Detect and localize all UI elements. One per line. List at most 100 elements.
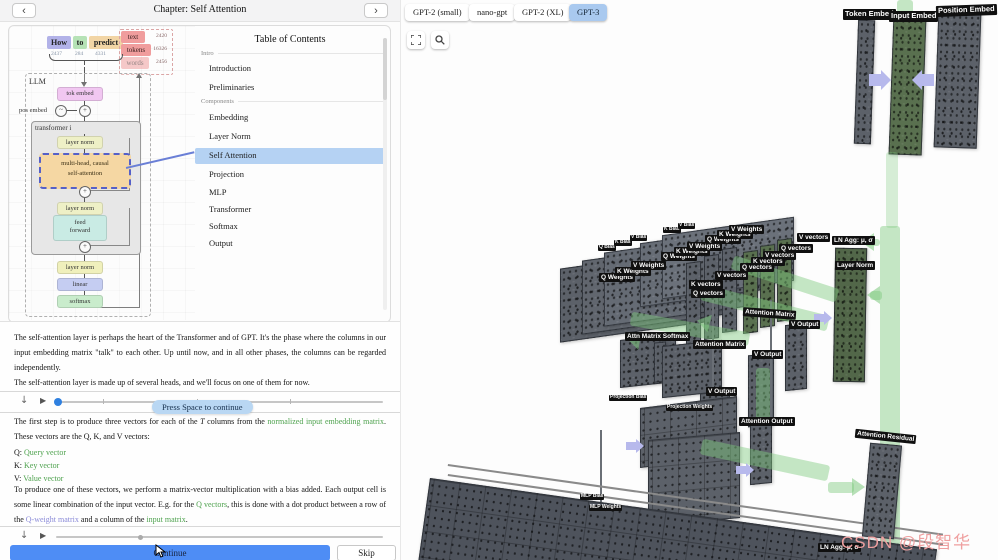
feed-line2: forward [69, 227, 91, 234]
data-flow-pipe [756, 368, 770, 424]
toc-item-output[interactable]: Output [209, 238, 385, 248]
layer-norm-box: layer norm [57, 261, 103, 274]
qkv-row: Q: Query vector [14, 448, 66, 457]
predicted-token-id: 16326 [153, 46, 167, 52]
chevron-right-icon: › [374, 5, 378, 17]
link-normalized-input-embedding-matrix[interactable]: normalized input embedding matrix [267, 417, 384, 426]
viz-label-token-embed: Token Embed [843, 9, 896, 20]
text-run: and a column of the [78, 515, 147, 524]
viz-label-v-output: V Output [752, 350, 784, 360]
skip-button[interactable]: Skip [337, 545, 396, 560]
qkv-row: K: Key vector [14, 461, 59, 470]
toc-item-layer-norm[interactable]: Layer Norm [209, 131, 385, 141]
viz-label-v-bias: V Bias [678, 222, 696, 229]
walkthrough-text: The self-attention layer is perhaps the … [0, 321, 400, 560]
viz-label-v-weights: V Weights [729, 225, 765, 235]
next-chapter-button[interactable]: › [364, 3, 388, 18]
position-embed-matrix[interactable] [933, 12, 982, 149]
text-run: The first step is to produce three vecto… [14, 417, 201, 426]
purple-arrow-icon [626, 439, 644, 453]
divider [237, 101, 383, 102]
link-key-vector[interactable]: Key vector [24, 461, 59, 470]
link-q-vectors[interactable]: Q vectors [196, 500, 227, 509]
press-space-button[interactable]: Press Space to continue [152, 400, 253, 414]
progress-track[interactable] [56, 536, 383, 538]
progress-tick [290, 399, 291, 404]
connector-line [67, 110, 77, 111]
residual-line [129, 208, 130, 246]
toc-title: Table of Contents [254, 34, 326, 45]
viz-label-k-bias: K Bias [614, 239, 632, 246]
toc-item-introduction[interactable]: Introduction [209, 63, 385, 73]
toc-item-transformer[interactable]: Transformer [209, 204, 385, 214]
token-chip: predict [89, 36, 123, 49]
toc-section-components: Components [201, 98, 383, 105]
softmax-box: softmax [57, 295, 103, 308]
fullscreen-button[interactable] [407, 31, 425, 49]
toc-section-label: Intro [201, 50, 214, 57]
predicted-token-id: 2420 [156, 33, 167, 39]
viz-label-attn-matrix-softmax: Attn Matrix Softmax [625, 332, 691, 342]
link-q-weight-matrix[interactable]: Q-weight matrix [26, 515, 79, 524]
search-button[interactable] [431, 31, 449, 49]
chapter-header: ‹ Chapter: Self Attention › [0, 0, 400, 22]
viz-label-v-output: V Output [789, 320, 821, 330]
overview-panel: How to predict 2437 284 4331 text tokens… [8, 25, 391, 323]
attention-line2: self-attention [67, 170, 103, 177]
pos-embed-label: pos embed [19, 107, 47, 114]
brace [49, 54, 123, 61]
play-icon[interactable]: ▶ [40, 531, 46, 540]
toc-scrollbar-thumb[interactable] [383, 38, 387, 100]
scroll-down-icon[interactable]: ↓ [20, 395, 28, 406]
mouse-cursor-icon [155, 543, 167, 560]
feed-line1: feed [74, 219, 86, 226]
scroll-down-icon[interactable]: ↓ [20, 530, 28, 541]
watermark: CSDN @段智华 [841, 533, 972, 552]
search-icon [435, 35, 445, 45]
predicted-token-id: 2456 [156, 59, 167, 65]
progress-handle[interactable] [54, 398, 62, 406]
viz-label-projection-weights: Projection Weights [666, 404, 714, 411]
plus-icon: + [79, 186, 91, 198]
toc-item-softmax[interactable]: Softmax [209, 221, 385, 231]
link-query-vector[interactable]: Query vector [24, 448, 66, 457]
toc-item-projection[interactable]: Projection [209, 169, 385, 179]
paragraph: The first step is to produce three vecto… [14, 414, 386, 444]
purple-arrow-icon [736, 463, 754, 477]
text-run: . [185, 515, 188, 524]
tab-gpt3[interactable]: GPT-3 [569, 4, 608, 21]
self-attention-box[interactable]: multi-head, causal self-attention [39, 153, 131, 189]
viz-label-mlp-bias: MLP Bias [580, 493, 605, 500]
viz-label-q-vectors: Q vectors [740, 263, 774, 273]
progress-handle[interactable] [138, 535, 143, 540]
tab-gpt2-small[interactable]: GPT-2 (small) [405, 4, 470, 21]
layer-norm-box: layer norm [57, 136, 103, 149]
tab-nano-gpt[interactable]: nano-gpt [469, 4, 516, 21]
linear-box: linear [57, 278, 103, 291]
viz-label-layer-norm: Layer Norm [835, 261, 876, 271]
chapter-title: Chapter: Self Attention [153, 4, 247, 15]
v-output-column[interactable] [785, 322, 807, 392]
transformer-label: transformer i [35, 124, 72, 132]
bias-pole [600, 430, 602, 502]
toc-section-label: Components [201, 98, 234, 105]
toc-item-preliminaries[interactable]: Preliminaries [209, 82, 385, 92]
flow-arrowhead [858, 286, 880, 304]
3d-viewport[interactable]: Token Embed Input Embed Position Embed Q… [400, 0, 998, 560]
continue-button[interactable]: Continue [10, 545, 330, 560]
viz-label-input-embed: Input Embed [889, 11, 939, 22]
paragraph: The self-attention layer is perhaps the … [14, 333, 386, 372]
tab-gpt2-xl[interactable]: GPT-2 (XL) [514, 4, 572, 21]
play-icon[interactable]: ▶ [40, 396, 46, 405]
toc-item-mlp[interactable]: MLP [209, 187, 385, 197]
attention-line1: multi-head, causal [61, 160, 109, 167]
toc-item-self-attention[interactable]: Self Attention [209, 150, 385, 160]
tok-embed-box: tok embed [57, 87, 103, 101]
viz-label-v-bias: V Bias [630, 234, 648, 241]
viz-label-attention-output: Attention Output [739, 417, 795, 427]
walkthrough-player-2: ↓ ▶ [0, 526, 400, 545]
plus-icon: + [79, 241, 91, 253]
toc-item-embedding[interactable]: Embedding [209, 112, 385, 122]
paragraph: The self-attention layer is made up of s… [14, 378, 310, 387]
link-input-matrix[interactable]: input matrix [146, 515, 185, 524]
